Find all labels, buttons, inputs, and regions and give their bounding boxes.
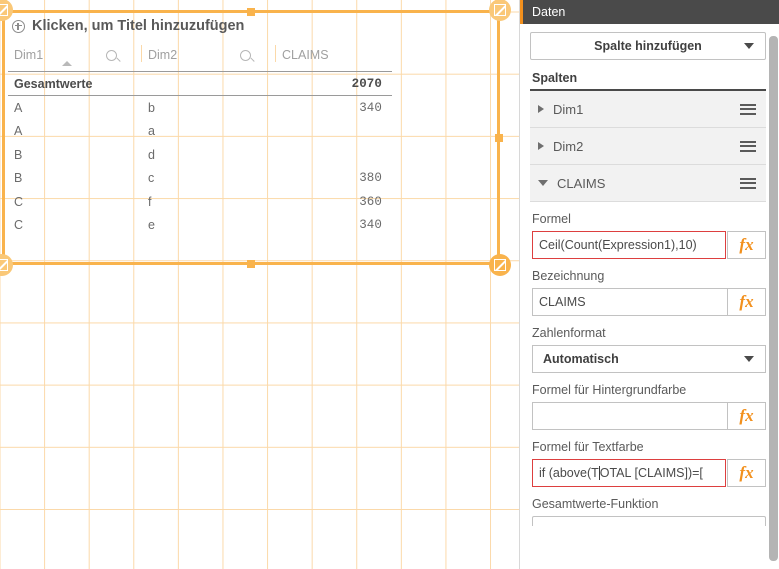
label-input[interactable]: CLAIMS — [532, 288, 727, 316]
panel-accent-bar — [520, 0, 523, 24]
table-total-row: Gesamtwerte 2070 — [8, 72, 392, 95]
cell-dim1[interactable]: C — [8, 195, 142, 209]
cell-dim2[interactable]: f — [142, 195, 276, 209]
chevron-down-icon[interactable] — [538, 180, 548, 186]
field-formula-label: Formel — [532, 212, 571, 226]
properties-panel: Daten Spalte hinzufügen Spalten Dim1 Dim… — [519, 0, 779, 569]
column-header-claims-label: CLAIMS — [282, 48, 329, 62]
column-list-item-dim1[interactable]: Dim1 — [530, 91, 766, 128]
app-root: Klicken, um Titel hinzuzufügen Dim1 Dim2 — [0, 0, 779, 569]
sheet-canvas[interactable]: Klicken, um Titel hinzuzufügen Dim1 Dim2 — [0, 0, 519, 569]
field-background-color-label: Formel für Hintergrundfarbe — [532, 383, 687, 397]
column-list-item-claims[interactable]: CLAIMS — [530, 165, 766, 202]
total-row-label: Gesamtwerte — [14, 76, 93, 91]
chevron-right-icon[interactable] — [538, 105, 544, 113]
cell-dim2[interactable]: d — [142, 148, 276, 162]
background-color-input[interactable] — [532, 402, 727, 430]
columns-section-title: Spalten — [532, 71, 578, 85]
pivot-table-body: Klicken, um Titel hinzuzufügen Dim1 Dim2 — [2, 3, 502, 265]
table-row[interactable]: C e 340 — [8, 214, 392, 238]
drag-handle-icon[interactable] — [740, 103, 756, 115]
totals-function-select[interactable] — [532, 516, 766, 526]
text-color-input[interactable]: if (above(T OTAL [CLAIMS])=[ — [532, 459, 726, 487]
search-icon[interactable] — [106, 50, 117, 61]
label-fx-button[interactable]: fx — [727, 288, 766, 316]
sort-ascending-icon — [62, 61, 72, 66]
text-color-fx-button[interactable]: fx — [727, 459, 766, 487]
cell-dim2[interactable]: e — [142, 218, 276, 232]
column-header-dim2-label: Dim2 — [148, 48, 178, 62]
total-row-value: 2070 — [351, 76, 382, 91]
pivot-table: Dim1 Dim2 CLAIMS Gesamtwerte 2070 A b 34… — [8, 45, 392, 237]
cell-claims: 340 — [359, 147, 382, 162]
chevron-right-icon[interactable] — [538, 142, 544, 150]
table-row[interactable]: C f 360 — [8, 190, 392, 214]
text-color-value-after-caret: OTAL [CLAIMS])=[ — [599, 466, 703, 480]
field-label-name: Bezeichnung CLAIMS fx — [530, 259, 766, 316]
field-totals-function-label: Gesamtwerte-Funktion — [532, 497, 659, 511]
table-row[interactable]: B c 380 — [8, 167, 392, 191]
add-column-button[interactable]: Spalte hinzufügen — [530, 32, 766, 60]
formula-input[interactable]: Ceil(Count(Expression1),10) — [532, 231, 726, 259]
field-number-format-label: Zahlenformat — [532, 326, 606, 340]
panel-header-title: Daten — [532, 5, 566, 19]
field-label-name-label: Bezeichnung — [532, 269, 605, 283]
chevron-down-icon — [744, 356, 754, 362]
number-format-select[interactable]: Automatisch — [532, 345, 766, 373]
column-list-item-label: Dim1 — [553, 101, 584, 117]
background-color-fx-button[interactable]: fx — [727, 402, 766, 430]
panel-scrollbar[interactable] — [769, 36, 778, 561]
pivot-table-object[interactable]: Klicken, um Titel hinzuzufügen Dim1 Dim2 — [2, 3, 502, 265]
drag-handle-icon[interactable] — [740, 140, 756, 152]
column-header-dim1[interactable]: Dim1 — [8, 45, 142, 66]
object-title-text: Klicken, um Titel hinzuzufügen — [32, 18, 245, 34]
formula-fx-button[interactable]: fx — [727, 231, 766, 259]
table-row[interactable]: B d 340 — [8, 143, 392, 167]
column-header-dim1-label: Dim1 — [14, 48, 44, 62]
cell-dim1[interactable]: B — [8, 171, 142, 185]
cell-claims: 380 — [359, 171, 382, 186]
column-header-dim2[interactable]: Dim2 — [142, 45, 276, 62]
cell-dim2[interactable]: a — [142, 124, 276, 138]
table-row[interactable]: A b 340 — [8, 96, 392, 120]
table-row[interactable]: A a 340 — [8, 120, 392, 144]
plus-circle-icon — [12, 19, 25, 33]
cell-claims: 360 — [359, 194, 382, 209]
field-formula: Formel Ceil(Count(Expression1),10) fx — [530, 202, 766, 259]
field-text-color: Formel für Textfarbe if (above(T OTAL [CL… — [530, 430, 766, 487]
cell-claims: 340 — [359, 124, 382, 139]
field-text-color-label: Formel für Textfarbe — [532, 440, 644, 454]
column-list-item-label: Dim2 — [553, 138, 584, 154]
cell-dim1[interactable]: A — [8, 124, 142, 138]
cell-claims: 340 — [359, 100, 382, 115]
add-column-label: Spalte hinzufügen — [594, 39, 702, 53]
field-number-format: Zahlenformat Automatisch — [530, 316, 766, 373]
column-list-item-label: CLAIMS — [557, 175, 606, 191]
column-list-item-dim2[interactable]: Dim2 — [530, 128, 766, 165]
panel-header[interactable]: Daten — [520, 0, 779, 24]
text-color-value-before-caret: if (above(T — [539, 466, 599, 480]
field-totals-function: Gesamtwerte-Funktion — [530, 487, 766, 526]
column-header-claims[interactable]: CLAIMS — [276, 45, 392, 62]
cell-dim2[interactable]: b — [142, 101, 276, 115]
cell-claims: 340 — [359, 218, 382, 233]
cell-dim1[interactable]: C — [8, 218, 142, 232]
chevron-down-icon — [744, 43, 754, 49]
object-title-placeholder[interactable]: Klicken, um Titel hinzuzufügen — [12, 18, 244, 34]
cell-dim1[interactable]: A — [8, 101, 142, 115]
field-background-color: Formel für Hintergrundfarbe fx — [530, 373, 766, 430]
panel-scroll-area[interactable]: Spalte hinzufügen Spalten Dim1 Dim2 CLAI… — [520, 24, 779, 569]
number-format-value: Automatisch — [543, 352, 619, 366]
table-header-row: Dim1 Dim2 CLAIMS — [8, 45, 392, 71]
cell-dim2[interactable]: c — [142, 171, 276, 185]
cell-dim1[interactable]: B — [8, 148, 142, 162]
drag-handle-icon[interactable] — [740, 177, 756, 189]
search-icon[interactable] — [240, 50, 251, 61]
